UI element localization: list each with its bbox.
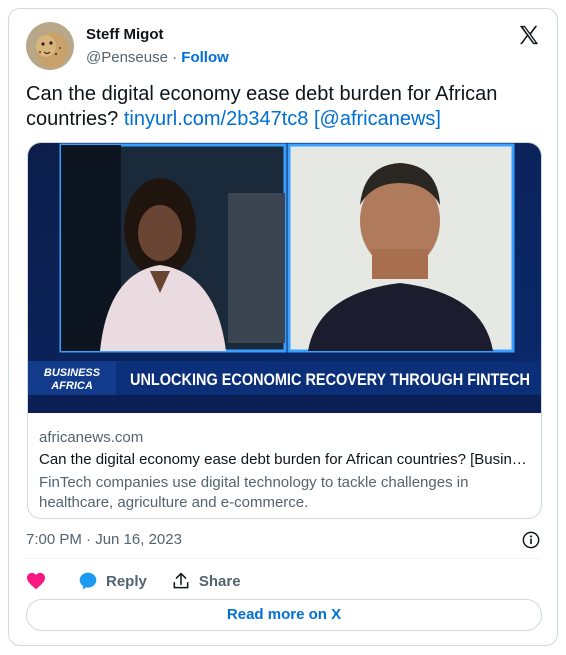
banner-headline: UNLOCKING ECONOMIC RECOVERY THROUGH FINT… bbox=[130, 370, 530, 389]
reply-button[interactable]: Reply bbox=[78, 571, 147, 591]
read-more-button[interactable]: Read more on X bbox=[26, 599, 542, 631]
link-description: FinTech companies use digital technology… bbox=[39, 474, 469, 511]
action-bar: Reply Share bbox=[26, 571, 265, 591]
tweet-text: Can the digital economy ease debt burden… bbox=[26, 82, 526, 132]
author-handle-line: @Penseuse · Follow bbox=[86, 49, 229, 66]
follow-button[interactable]: Follow bbox=[181, 49, 229, 66]
author-handle[interactable]: @Penseuse bbox=[86, 49, 168, 66]
avatar[interactable] bbox=[26, 22, 74, 70]
link-title[interactable]: Can the digital economy ease debt burden… bbox=[39, 451, 529, 468]
video-thumbnail[interactable]: BUSINESS AFRICA UNLOCKING ECONOMIC RECOV… bbox=[28, 143, 542, 413]
handle-separator: · bbox=[172, 49, 178, 66]
like-button[interactable] bbox=[26, 572, 54, 590]
share-button[interactable]: Share bbox=[171, 571, 241, 591]
divider bbox=[26, 558, 540, 559]
link-card[interactable]: BUSINESS AFRICA UNLOCKING ECONOMIC RECOV… bbox=[27, 142, 542, 519]
x-logo-icon[interactable] bbox=[518, 24, 540, 46]
show-logo-line1: BUSINESS bbox=[44, 367, 101, 379]
author-name[interactable]: Steff Migot bbox=[86, 26, 163, 43]
tweet-mention[interactable]: @africanews bbox=[320, 108, 436, 130]
tweet-link[interactable]: tinyurl.com/2b347tc8 bbox=[124, 108, 309, 130]
share-label: Share bbox=[198, 572, 241, 590]
show-logo-line2: AFRICA bbox=[50, 380, 93, 392]
tweet-timestamp[interactable]: 7:00 PM · Jun 16, 2023 bbox=[26, 531, 182, 548]
tweet-card: Steff Migot @Penseuse · Follow Can the d… bbox=[8, 8, 558, 646]
heart-icon bbox=[27, 572, 45, 590]
mention-close: ] bbox=[435, 108, 441, 130]
share-icon bbox=[173, 572, 189, 589]
link-domain: africanews.com bbox=[39, 429, 144, 446]
reply-bubble-icon bbox=[79, 572, 97, 590]
reply-label: Reply bbox=[106, 572, 147, 590]
info-icon[interactable] bbox=[522, 531, 540, 554]
